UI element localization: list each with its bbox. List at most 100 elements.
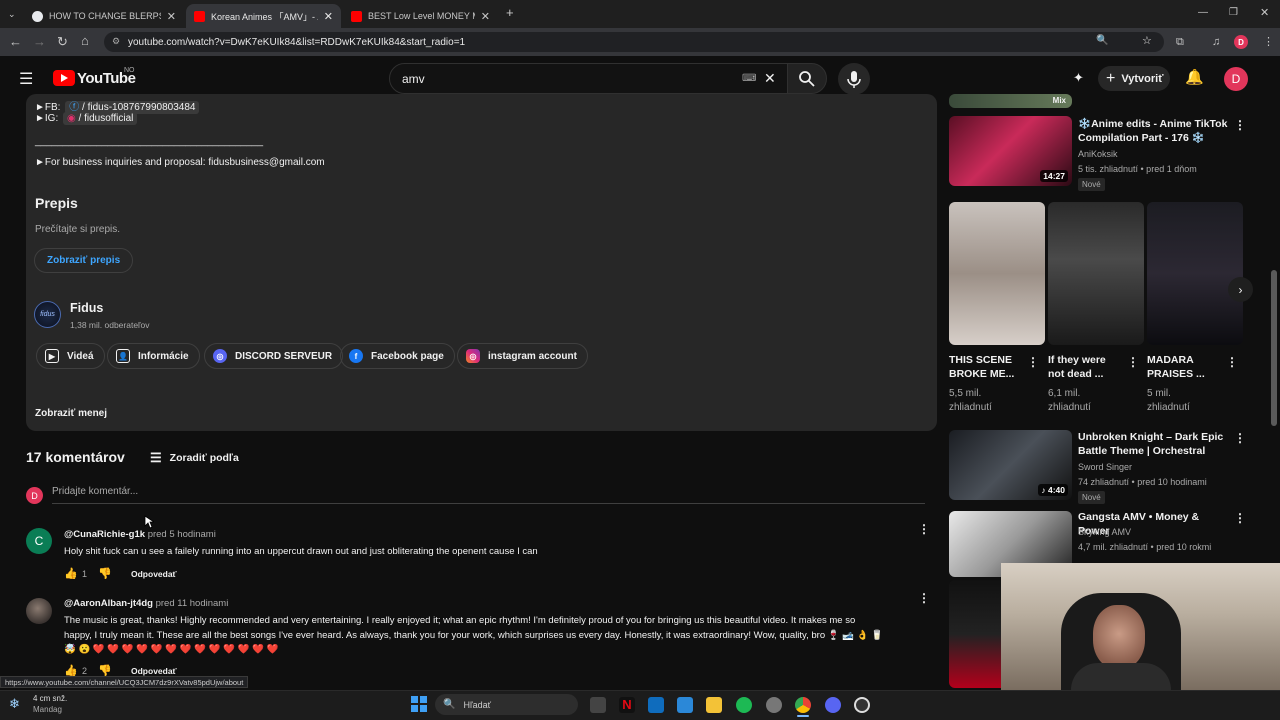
dislike-icon[interactable]: 👎 (98, 567, 112, 580)
tab-close-icon[interactable]: ✕ (324, 10, 333, 23)
comment-menu-icon[interactable]: ⋮ (918, 523, 930, 535)
search-button[interactable] (787, 63, 827, 94)
zoom-icon[interactable]: 🔍 (1096, 35, 1108, 46)
video-menu-icon[interactable]: ⋮ (1234, 512, 1246, 524)
channel-avatar[interactable]: fidus (34, 301, 61, 328)
spotify-icon[interactable] (736, 697, 752, 713)
create-button[interactable]: + Vytvoriť (1098, 66, 1170, 91)
page-scrollbar[interactable] (1271, 270, 1277, 426)
clear-search-icon[interactable]: ✕ (764, 70, 776, 87)
voice-search-button[interactable] (838, 63, 870, 95)
new-tab-icon[interactable]: + (506, 6, 514, 20)
bookmark-icon[interactable]: ☆ (1142, 34, 1152, 47)
video-thumbnail[interactable]: 14:27 (949, 116, 1072, 186)
short-thumbnail[interactable] (1048, 202, 1144, 345)
instagram-button[interactable]: ◎ instagram account (457, 343, 588, 369)
reload-icon[interactable]: ↻ (57, 35, 68, 49)
mix-badge: Mix (1052, 96, 1066, 105)
channel-name[interactable]: Fidus (70, 301, 103, 315)
reply-button[interactable]: Odpovedať (131, 569, 177, 579)
show-transcript-button[interactable]: Zobraziť prepis (34, 248, 134, 273)
tab-list-icon[interactable]: ⌄ (8, 7, 16, 21)
facebook-button[interactable]: f Facebook page (340, 343, 455, 369)
shorts-next-button[interactable]: › (1228, 277, 1253, 302)
sort-comments-button[interactable]: ☰ Zoradiť podľa (150, 450, 239, 466)
show-less-button[interactable]: Zobraziť menej (35, 408, 107, 419)
search-input[interactable]: amv ⌨ ✕ (389, 63, 788, 94)
short-title[interactable]: If they were not dead ... (1048, 353, 1106, 381)
short-menu-icon[interactable]: ⋮ (1127, 356, 1139, 368)
url-field[interactable]: ⚙ youtube.com/watch?v=DwK7eKUIk84&list=R… (104, 32, 1164, 52)
mix-thumbnail[interactable]: Mix (949, 94, 1072, 108)
comment-author[interactable]: @CunaRichie-g1k (64, 529, 145, 540)
comment-text-line-2: happy, I truly mean it. These are all th… (64, 630, 883, 641)
browser-profile-avatar[interactable]: D (1234, 35, 1248, 49)
discord-icon: ◎ (213, 349, 227, 363)
store-icon[interactable] (677, 697, 693, 713)
video-channel[interactable]: Sword Singer (1078, 462, 1132, 472)
close-window-icon[interactable]: ✕ (1260, 6, 1269, 20)
video-menu-icon[interactable]: ⋮ (1234, 432, 1246, 444)
taskbar-search[interactable]: 🔍 Hľadať (435, 694, 578, 715)
video-thumbnail[interactable] (949, 580, 1009, 688)
media-icon[interactable]: ♫ (1212, 35, 1220, 49)
video-title[interactable]: Unbroken Knight – Dark Epic Battle Theme… (1078, 430, 1228, 458)
video-menu-icon[interactable]: ⋮ (1234, 119, 1246, 131)
yt-create-ai-icon[interactable]: ✦ (1073, 70, 1084, 86)
outlook-icon[interactable] (648, 697, 664, 713)
notifications-bell-icon[interactable]: 🔔 (1185, 68, 1204, 86)
short-title[interactable]: MADARA PRAISES ... (1147, 353, 1205, 381)
comment-text: Holy shit fuck can u see a failely runni… (64, 546, 538, 557)
browser-tab-3[interactable]: BEST Low Level MONEY MAKEI ✕ (343, 4, 498, 28)
ig-link-chip[interactable]: ◉ / fidusofficial (63, 112, 138, 125)
windows-start-icon[interactable] (411, 696, 427, 712)
netflix-icon[interactable]: N (619, 697, 635, 713)
weather-temp[interactable]: 4 cm snž. (33, 694, 67, 703)
comment-author[interactable]: @AaronAlban-jt4dg (64, 598, 153, 609)
comment-time[interactable]: pred 5 hodinami (148, 529, 216, 540)
browser-tab-2[interactable]: Korean Animes 「AMV」- All Bur ✕ (186, 4, 341, 28)
hamburger-menu-icon[interactable]: ☰ (19, 69, 33, 89)
like-icon[interactable]: 👍 (64, 567, 78, 580)
youtube-account-avatar[interactable]: D (1224, 67, 1248, 91)
extensions-icon[interactable]: ⧉ (1176, 35, 1184, 49)
commenter-avatar[interactable] (26, 598, 52, 624)
tab-close-icon[interactable]: ✕ (167, 10, 176, 23)
discord-button[interactable]: ◎ DISCORD SERVEUR (204, 343, 344, 369)
video-title[interactable]: ❄️Anime edits - Anime TikTok Compilation… (1078, 117, 1228, 145)
videos-button[interactable]: ▶ Videá (36, 343, 105, 369)
site-info-icon[interactable]: ⚙ (112, 36, 120, 47)
minimize-icon[interactable]: — (1198, 6, 1208, 20)
add-comment-input[interactable]: Pridajte komentár... (52, 486, 925, 504)
video-channel[interactable]: Skyking AMV (1078, 527, 1131, 537)
settings-icon[interactable] (766, 697, 782, 713)
home-icon[interactable]: ⌂ (81, 34, 89, 48)
short-title[interactable]: THIS SCENE BROKE ME... (949, 353, 1014, 381)
commenter-avatar[interactable]: C (26, 528, 52, 554)
short-thumbnail[interactable] (1147, 202, 1243, 345)
discord-icon[interactable] (825, 697, 841, 713)
keyboard-icon[interactable]: ⌨ (742, 73, 756, 84)
video-channel[interactable]: AniKoksik (1078, 149, 1118, 159)
short-thumbnail[interactable] (949, 202, 1045, 345)
forward-icon[interactable]: → (33, 35, 46, 49)
youtube-logo-icon[interactable] (53, 70, 75, 86)
browser-tab-1[interactable]: HOW TO CHANGE BLERPS FOR ✕ (24, 4, 184, 28)
video-stats: 5 tis. zhliadnutí • pred 1 dňom (1078, 164, 1197, 174)
comment-time[interactable]: pred 11 hodinami (156, 598, 229, 609)
tab-close-icon[interactable]: ✕ (481, 10, 490, 23)
video-thumbnail[interactable]: ♪ 4:40 (949, 430, 1072, 500)
about-button[interactable]: 👤 Informácie (107, 343, 200, 369)
obs-icon[interactable] (854, 697, 870, 713)
restore-icon[interactable]: ❐ (1229, 6, 1238, 20)
chrome-icon[interactable] (795, 697, 811, 713)
reply-button[interactable]: Odpovedať (131, 666, 177, 676)
short-menu-icon[interactable]: ⋮ (1226, 356, 1238, 368)
short-menu-icon[interactable]: ⋮ (1027, 356, 1039, 368)
browser-menu-icon[interactable]: ⋮ (1263, 35, 1274, 49)
file-explorer-icon[interactable] (706, 697, 722, 713)
task-view-icon[interactable] (590, 697, 606, 713)
weather-snow-icon[interactable]: ❄ (9, 696, 20, 712)
back-icon[interactable]: ← (9, 35, 22, 49)
comment-menu-icon[interactable]: ⋮ (918, 592, 930, 604)
